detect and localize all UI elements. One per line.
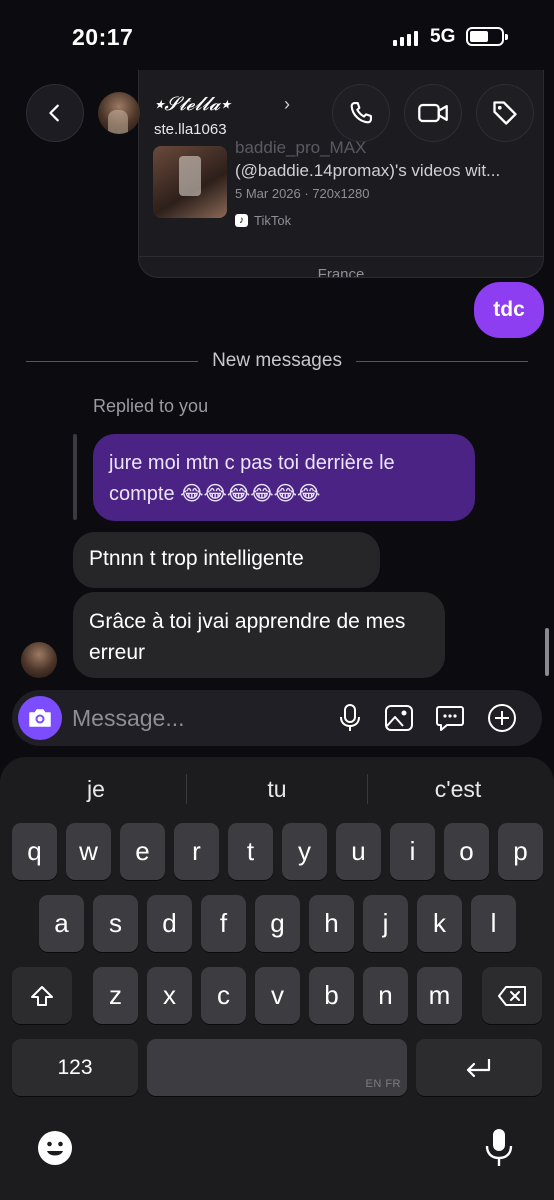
replied-message[interactable]: jure moi mtn c pas toi derrière le compt… xyxy=(93,434,475,521)
new-messages-label: New messages xyxy=(212,350,342,371)
emoji-button[interactable] xyxy=(36,1129,74,1167)
incoming-message[interactable]: Ptnnn t trop intelligente xyxy=(73,532,380,588)
sender-avatar[interactable] xyxy=(21,642,57,678)
battery-icon xyxy=(466,27,508,46)
message-input[interactable] xyxy=(72,702,322,734)
key-c[interactable]: c xyxy=(201,967,246,1024)
key-g[interactable]: g xyxy=(255,895,300,952)
key-j[interactable]: j xyxy=(363,895,408,952)
new-messages-divider: New messages xyxy=(26,348,529,374)
shared-link-title-faded: baddie_pro_MAX xyxy=(235,138,367,157)
key-w[interactable]: w xyxy=(66,823,111,880)
key-f[interactable]: f xyxy=(201,895,246,952)
key-z[interactable]: z xyxy=(93,967,138,1024)
shared-link-source-label: TikTok xyxy=(254,213,292,228)
emoji-icon xyxy=(38,1131,72,1165)
shared-link-title: baddie_pro_MAX (@baddie.14promax)'s vide… xyxy=(235,136,535,182)
key-k[interactable]: k xyxy=(417,895,462,952)
key-m[interactable]: m xyxy=(417,967,462,1024)
contact-name[interactable]: ⭑𝓢𝓽𝓮𝓵𝓵𝓪⭑ xyxy=(154,93,230,115)
key-x[interactable]: x xyxy=(147,967,192,1024)
incoming-message[interactable]: Grâce à toi jvai apprendre de mes erreur xyxy=(73,592,445,678)
key-s[interactable]: s xyxy=(93,895,138,952)
key-l[interactable]: l xyxy=(471,895,516,952)
video-camera-icon xyxy=(418,103,448,123)
space-key[interactable]: EN FR xyxy=(147,1039,407,1096)
return-icon xyxy=(466,1058,491,1077)
microphone-icon xyxy=(340,704,360,731)
suggestion-1[interactable]: je xyxy=(6,773,186,805)
shift-key[interactable] xyxy=(12,967,72,1024)
backspace-key[interactable] xyxy=(482,967,542,1024)
camera-icon xyxy=(29,709,51,727)
scrollbar[interactable] xyxy=(545,628,549,676)
key-n[interactable]: n xyxy=(363,967,408,1024)
image-icon xyxy=(385,705,413,731)
key-h[interactable]: h xyxy=(309,895,354,952)
chevron-left-icon xyxy=(49,104,59,122)
call-button[interactable] xyxy=(332,84,390,142)
gallery-button[interactable] xyxy=(383,702,415,734)
keyboard: je tu c'est q w e r t y u i o p a s d f … xyxy=(0,757,554,1200)
signal-icon xyxy=(393,30,418,46)
microphone-button[interactable] xyxy=(334,702,366,734)
sticker-button[interactable] xyxy=(434,702,466,734)
tag-button[interactable] xyxy=(476,84,534,142)
key-d[interactable]: d xyxy=(147,895,192,952)
reply-indicator-bar xyxy=(73,434,77,520)
plus-circle-icon xyxy=(488,704,516,732)
message-composer xyxy=(12,690,542,746)
suggestion-2[interactable]: tu xyxy=(187,773,367,805)
chat-bubble-icon xyxy=(436,706,464,731)
camera-button[interactable] xyxy=(18,696,62,740)
dictation-button[interactable] xyxy=(482,1127,516,1169)
key-b[interactable]: b xyxy=(309,967,354,1024)
back-button[interactable] xyxy=(26,84,84,142)
suggestion-3[interactable]: c'est xyxy=(368,773,548,805)
video-call-button[interactable] xyxy=(404,84,462,142)
shared-link-meta: 5 Mar 2026 · 720x1280 xyxy=(235,186,370,201)
card-divider xyxy=(139,256,543,257)
divider-line-right xyxy=(355,360,529,362)
shared-link-source: ♪ TikTok xyxy=(235,213,291,228)
contact-username[interactable]: ste.lla1063 xyxy=(154,121,227,138)
key-r[interactable]: r xyxy=(174,823,219,880)
key-o[interactable]: o xyxy=(444,823,489,880)
key-e[interactable]: e xyxy=(120,823,165,880)
phone-icon xyxy=(350,102,372,124)
tiktok-icon: ♪ xyxy=(235,214,248,227)
add-button[interactable] xyxy=(486,702,518,734)
key-q[interactable]: q xyxy=(12,823,57,880)
key-u[interactable]: u xyxy=(336,823,381,880)
space-language-label: EN FR xyxy=(365,1078,401,1090)
key-i[interactable]: i xyxy=(390,823,435,880)
shift-icon xyxy=(31,985,53,1006)
shared-link-title-main: (@baddie.14promax)'s videos wit... xyxy=(235,161,501,180)
replied-label: Replied to you xyxy=(93,396,209,416)
network-label: 5G xyxy=(430,26,456,47)
chevron-right-icon[interactable]: › xyxy=(284,94,290,115)
key-y[interactable]: y xyxy=(282,823,327,880)
numbers-key[interactable]: 123 xyxy=(12,1039,138,1096)
status-bar: 20:17 5G xyxy=(0,0,554,70)
microphone-icon xyxy=(485,1129,513,1166)
key-a[interactable]: a xyxy=(39,895,84,952)
shared-link-thumbnail xyxy=(153,146,227,218)
divider-line-left xyxy=(26,360,199,362)
return-key[interactable] xyxy=(416,1039,542,1096)
tag-icon xyxy=(493,101,517,125)
key-v[interactable]: v xyxy=(255,967,300,1024)
contact-avatar[interactable] xyxy=(98,92,140,134)
key-p[interactable]: p xyxy=(498,823,543,880)
status-time: 20:17 xyxy=(72,24,134,50)
key-t[interactable]: t xyxy=(228,823,273,880)
outgoing-message[interactable]: tdc xyxy=(474,282,544,338)
backspace-icon xyxy=(498,985,526,1006)
shared-link-footer: France xyxy=(317,266,365,278)
